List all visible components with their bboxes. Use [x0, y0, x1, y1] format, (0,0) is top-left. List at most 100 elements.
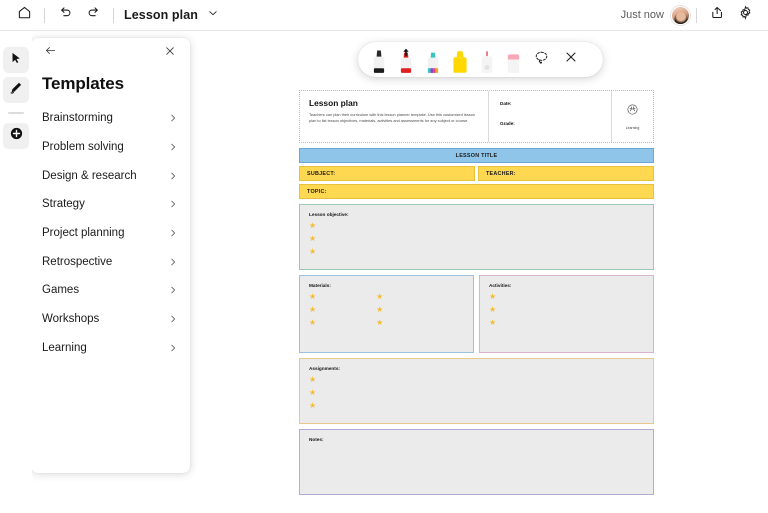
sidebar-item-label: Project planning: [42, 227, 125, 240]
star-list: ★ ★ ★: [309, 375, 653, 410]
sidebar-item-label: Retrospective: [42, 255, 113, 268]
star-icon[interactable]: ★: [309, 292, 316, 301]
star-grid: ★ ★ ★ ★ ★ ★: [309, 292, 473, 327]
section-label: Activities:: [489, 283, 512, 288]
materials-activities-row: Materials: ★ ★ ★ ★ ★ ★ Activities: ★ ★ ★: [299, 275, 654, 353]
eraser-small-button[interactable]: [473, 42, 500, 77]
divider: [8, 112, 24, 114]
selected-pen-arrow-icon: [401, 44, 410, 62]
pen-toolbar: [358, 42, 603, 77]
star-icon[interactable]: ★: [309, 388, 653, 397]
star-icon[interactable]: ★: [489, 318, 653, 327]
pen-rainbow-button[interactable]: [419, 42, 446, 77]
template-category-badge: Learning: [612, 91, 653, 142]
highlighter-yellow-button[interactable]: [446, 42, 473, 77]
sidebar-item-label: Design & research: [42, 169, 137, 182]
section-materials[interactable]: Materials: ★ ★ ★ ★ ★ ★: [299, 275, 474, 353]
sidebar-item-workshops[interactable]: Workshops: [31, 305, 190, 334]
sidebar-item-label: Learning: [42, 341, 87, 354]
redo-button[interactable]: [79, 1, 107, 29]
tool-rail: [0, 31, 32, 513]
sidebar-item-design-research[interactable]: Design & research: [31, 161, 190, 190]
eraser-large-button[interactable]: [500, 42, 527, 77]
templates-panel: Templates Brainstorming Problem solving …: [31, 38, 190, 473]
sidebar-item-label: Strategy: [42, 198, 85, 211]
sidebar-item-label: Problem solving: [42, 141, 124, 154]
home-button[interactable]: [10, 1, 38, 29]
section-activities[interactable]: Activities: ★ ★ ★: [479, 275, 654, 353]
section-label: Lesson objective:: [309, 212, 349, 217]
save-status: Just now: [620, 9, 664, 21]
gear-icon: [738, 5, 753, 25]
sidebar-item-label: Brainstorming: [42, 112, 113, 125]
pen-black-button[interactable]: [365, 42, 392, 77]
star-icon[interactable]: ★: [309, 234, 653, 243]
template-header: Lesson plan Teachers can plan their curr…: [299, 90, 654, 143]
sidebar-item-brainstorming[interactable]: Brainstorming: [31, 104, 190, 133]
star-icon[interactable]: ★: [309, 401, 653, 410]
star-icon[interactable]: ★: [489, 292, 653, 301]
teacher-field[interactable]: TEACHER:: [478, 166, 654, 181]
undo-button[interactable]: [51, 1, 79, 29]
pen-icon: [9, 81, 23, 100]
template-header-main: Lesson plan Teachers can plan their curr…: [300, 91, 489, 142]
star-icon[interactable]: ★: [309, 247, 653, 256]
pen-tool-button[interactable]: [3, 77, 29, 103]
subject-field[interactable]: SUBJECT:: [299, 166, 475, 181]
sidebar-item-project-planning[interactable]: Project planning: [31, 219, 190, 248]
chevron-right-icon: [168, 199, 178, 209]
section-lesson-objective[interactable]: Lesson objective: ★ ★ ★: [299, 204, 654, 270]
highlighter-yellow-icon: [452, 51, 467, 73]
star-icon[interactable]: ★: [489, 305, 653, 314]
pen-red-button[interactable]: [392, 42, 419, 77]
chevron-down-icon: [207, 6, 219, 24]
star-icon[interactable]: ★: [309, 318, 316, 327]
pen-toolbar-close-button[interactable]: [556, 42, 585, 77]
topic-field[interactable]: TOPIC:: [299, 184, 654, 199]
lesson-title-bar[interactable]: LESSON TITLE: [299, 148, 654, 163]
section-assignments[interactable]: Assignments: ★ ★ ★: [299, 358, 654, 424]
sidebar-item-strategy[interactable]: Strategy: [31, 190, 190, 219]
sidebar-item-games[interactable]: Games: [31, 276, 190, 305]
star-icon[interactable]: ★: [376, 305, 383, 314]
lasso-select-button[interactable]: [527, 42, 556, 77]
document-menu-button[interactable]: [202, 4, 224, 26]
star-icon[interactable]: ★: [309, 221, 653, 230]
star-list: ★ ★ ★: [309, 292, 316, 327]
share-button[interactable]: [703, 1, 731, 29]
learning-badge-icon: [626, 103, 639, 121]
canvas-area[interactable]: Lesson plan Teachers can plan their curr…: [190, 31, 768, 513]
eraser-small-icon: [481, 51, 492, 73]
lesson-plan-template[interactable]: Lesson plan Teachers can plan their curr…: [299, 90, 654, 495]
sidebar-item-retrospective[interactable]: Retrospective: [31, 247, 190, 276]
sidebar-item-learning[interactable]: Learning: [31, 334, 190, 363]
divider: [44, 7, 45, 23]
star-icon[interactable]: ★: [376, 318, 383, 327]
eraser-large-icon: [507, 54, 520, 73]
select-tool-button[interactable]: [3, 47, 29, 73]
chevron-right-icon: [168, 113, 178, 123]
star-icon[interactable]: ★: [309, 305, 316, 314]
subject-teacher-row: SUBJECT: TEACHER:: [299, 166, 654, 181]
star-icon[interactable]: ★: [309, 375, 653, 384]
panel-back-button[interactable]: [40, 43, 60, 63]
star-icon[interactable]: ★: [376, 292, 383, 301]
pen-black-icon: [373, 50, 384, 73]
avatar[interactable]: [671, 5, 690, 25]
settings-button[interactable]: [731, 1, 759, 29]
plus-circle-icon: [9, 126, 24, 146]
section-notes[interactable]: Notes:: [299, 429, 654, 495]
divider: [113, 7, 114, 23]
close-icon: [564, 50, 578, 69]
close-icon: [164, 44, 176, 62]
chevron-right-icon: [168, 285, 178, 295]
cursor-arrow-icon: [9, 51, 23, 70]
document-title[interactable]: Lesson plan: [120, 8, 202, 22]
chevron-right-icon: [168, 343, 178, 353]
page-title: Templates: [42, 74, 124, 93]
star-list: ★ ★ ★: [309, 221, 653, 256]
add-tool-button[interactable]: [3, 123, 29, 149]
panel-close-button[interactable]: [160, 43, 180, 63]
chevron-right-icon: [168, 228, 178, 238]
sidebar-item-problem-solving[interactable]: Problem solving: [31, 133, 190, 162]
